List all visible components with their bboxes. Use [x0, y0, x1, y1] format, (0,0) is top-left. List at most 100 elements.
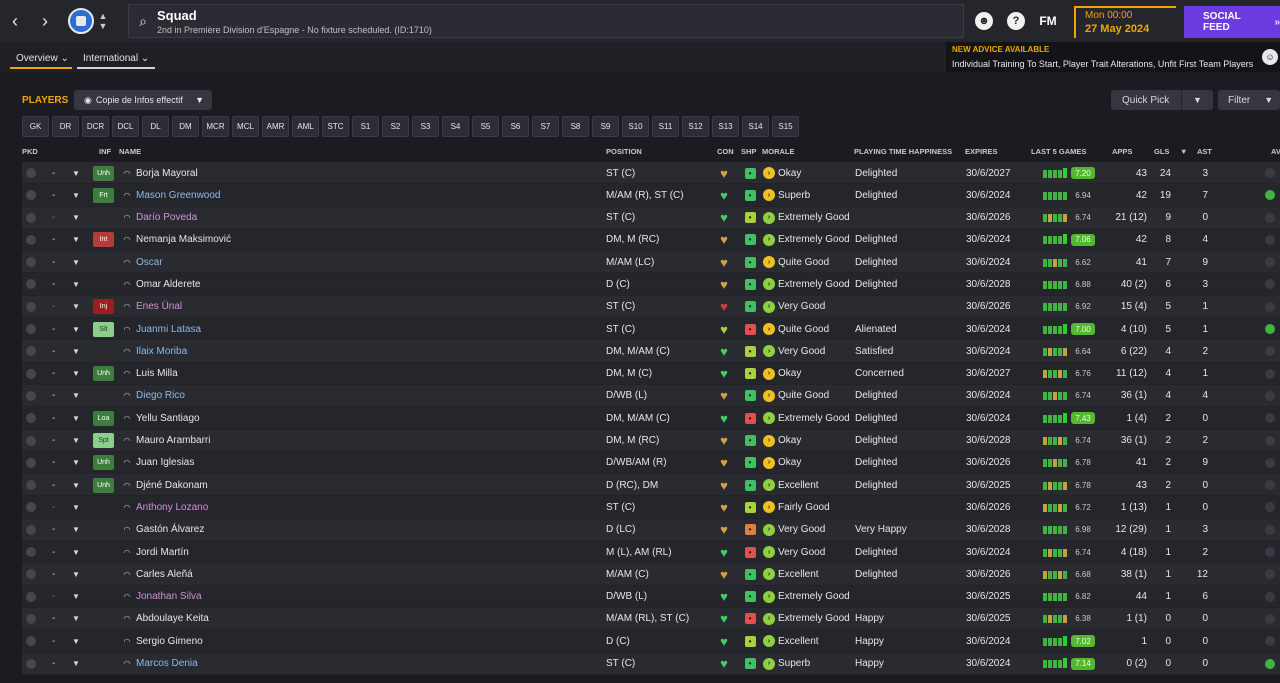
pick-toggle-icon[interactable]	[26, 257, 36, 268]
selection-dash[interactable]: -	[52, 229, 55, 251]
forward-arrow-icon[interactable]: ›	[30, 0, 60, 42]
chevron-down-icon[interactable]: ▼	[72, 496, 80, 518]
pkd-cell[interactable]	[24, 407, 38, 429]
pkd-cell[interactable]	[24, 452, 38, 474]
pick-toggle-icon[interactable]	[26, 547, 36, 558]
pkd-cell[interactable]	[24, 563, 38, 585]
player-name[interactable]: Juan Iglesias	[136, 457, 194, 468]
selection-dash[interactable]: -	[52, 496, 55, 518]
selection-dash[interactable]: -	[52, 340, 55, 362]
selection-dash[interactable]: -	[52, 519, 55, 541]
player-name-cell[interactable]: ◠ Diego Rico	[122, 385, 185, 407]
position-button[interactable]: S7	[532, 116, 559, 137]
pkd-cell[interactable]	[24, 474, 38, 496]
chevron-down-icon[interactable]: ▼	[72, 630, 80, 652]
pkd-cell[interactable]	[24, 630, 38, 652]
pick-toggle-icon[interactable]	[26, 168, 36, 178]
table-row[interactable]: - ▼ ◠ Oscar M/AM (LC) ♥ • › Quite Good Del…	[22, 251, 1280, 274]
chevron-down-icon[interactable]: ▼	[72, 340, 80, 362]
chevron-down-icon[interactable]: ▼	[72, 653, 80, 675]
pkd-cell[interactable]	[24, 340, 38, 362]
player-name-cell[interactable]: ◠ Juanmi Latasa	[122, 318, 202, 340]
table-row[interactable]: - ▼ Slt ◠ Juanmi Latasa ST (C) ♥ • › Quite…	[22, 318, 1280, 341]
position-button[interactable]: S6	[502, 116, 529, 137]
fm-menu-button[interactable]: FM	[1039, 12, 1057, 30]
table-row[interactable]: - ▼ ◠ Ilaix Moriba DM, M/AM (C) ♥ • › Very…	[22, 340, 1280, 363]
position-button[interactable]: S14	[742, 116, 769, 137]
table-row[interactable]: - ▼ ◠ Darío Poveda ST (C) ♥ • › Extremely …	[22, 206, 1280, 229]
club-switch-icon[interactable]: ▲ ▼	[96, 0, 110, 42]
position-button[interactable]: DL	[142, 116, 169, 137]
player-name-cell[interactable]: ◠ Darío Poveda	[122, 207, 198, 229]
player-name[interactable]: Anthony Lozano	[136, 502, 208, 513]
table-row[interactable]: - ▼ ◠ Abdoulaye Keita M/AM (RL), ST (C) ♥…	[22, 607, 1280, 631]
pick-toggle-icon[interactable]	[26, 368, 36, 379]
pkd-cell[interactable]	[24, 184, 38, 206]
player-name-cell[interactable]: ◠ Yellu Santiago	[122, 407, 200, 429]
col-name[interactable]: NAME	[119, 147, 141, 156]
player-name[interactable]: Abdoulaye Keita	[136, 613, 209, 624]
chevron-down-icon[interactable]: ▼	[72, 407, 80, 429]
pkd-cell[interactable]	[24, 318, 38, 340]
pkd-cell[interactable]	[24, 162, 38, 184]
inf-badge[interactable]: Slt	[93, 321, 114, 337]
selection-dash[interactable]: -	[52, 541, 55, 563]
chevron-down-icon[interactable]: ▼	[72, 184, 80, 206]
player-name-cell[interactable]: ◠ Ilaix Moriba	[122, 340, 188, 362]
chevron-down-icon[interactable]: ▼	[72, 363, 80, 385]
selection-dash[interactable]: -	[52, 273, 55, 295]
selection-dash[interactable]: -	[52, 430, 55, 452]
col-gls[interactable]: GLS	[1154, 147, 1169, 156]
help-icon[interactable]: ?	[1007, 12, 1025, 30]
position-button[interactable]: S4	[442, 116, 469, 137]
col-inf[interactable]: INF	[99, 147, 111, 156]
col-expires[interactable]: EXPIRES	[965, 147, 998, 156]
inf-badge[interactable]: Unh	[93, 477, 114, 493]
inf-badge[interactable]: Unh	[93, 165, 114, 181]
player-name[interactable]: Luis Milla	[136, 368, 178, 379]
player-name[interactable]: Yellu Santiago	[136, 413, 200, 424]
position-button[interactable]: S12	[682, 116, 709, 137]
col-pkd[interactable]: PKD	[22, 147, 38, 156]
tab-overview[interactable]: Overview ⌄	[10, 50, 72, 69]
table-row[interactable]: - ▼ Int ◠ Nemanja Maksimović DM, M (RC) ♥…	[22, 228, 1280, 252]
quick-pick-button[interactable]: Quick Pick ▼	[1111, 90, 1213, 110]
position-button[interactable]: S2	[382, 116, 409, 137]
position-button[interactable]: S1	[352, 116, 379, 137]
player-name-cell[interactable]: ◠ Carles Aleñá	[122, 563, 193, 585]
position-button[interactable]: MCL	[232, 116, 259, 137]
player-name[interactable]: Borja Mayoral	[136, 168, 198, 179]
col-ast[interactable]: AST	[1197, 147, 1212, 156]
chevron-down-icon[interactable]: ▼	[72, 608, 80, 630]
player-name[interactable]: Marcos Denia	[136, 658, 198, 669]
table-row[interactable]: - ▼ Inj ◠ Enes Ünal ST (C) ♥ • › Very Good…	[22, 295, 1280, 319]
position-button[interactable]: DR	[52, 116, 79, 137]
chevron-down-icon[interactable]: ▼	[72, 318, 80, 340]
player-name[interactable]: Omar Alderete	[136, 279, 200, 290]
position-button[interactable]: AML	[292, 116, 319, 137]
inf-badge[interactable]: Unh	[93, 366, 114, 382]
player-name-cell[interactable]: ◠ Omar Alderete	[122, 273, 201, 295]
selection-dash[interactable]: -	[52, 318, 55, 340]
col-position[interactable]: POSITION	[606, 147, 642, 156]
chevron-down-icon[interactable]: ▼	[72, 229, 80, 251]
player-name[interactable]: Djéné Dakonam	[136, 480, 208, 491]
pkd-cell[interactable]	[24, 541, 38, 563]
chevron-down-icon[interactable]: ▼	[72, 430, 80, 452]
pick-toggle-icon[interactable]	[26, 480, 36, 491]
pick-toggle-icon[interactable]	[26, 613, 36, 624]
back-arrow-icon[interactable]: ‹	[0, 0, 30, 42]
player-name-cell[interactable]: ◠ Abdoulaye Keita	[122, 608, 209, 630]
table-row[interactable]: - ▼ ◠ Marcos Denia ST (C) ♥ • › Superb Hap…	[22, 652, 1280, 675]
pkd-cell[interactable]	[24, 229, 38, 251]
chevron-down-icon[interactable]: ▼	[72, 474, 80, 496]
player-name-cell[interactable]: ◠ Luis Milla	[122, 363, 178, 385]
pkd-cell[interactable]	[24, 385, 38, 407]
player-name-cell[interactable]: ◠ Marcos Denia	[122, 653, 198, 675]
pick-toggle-icon[interactable]	[26, 390, 36, 401]
player-name[interactable]: Diego Rico	[136, 390, 185, 401]
table-row[interactable]: - ▼ ◠ Jordi Martín M (L), AM (RL) ♥ • › Ve…	[22, 541, 1280, 564]
pick-toggle-icon[interactable]	[26, 212, 36, 223]
pick-toggle-icon[interactable]	[26, 435, 36, 446]
player-name[interactable]: Gastón Álvarez	[136, 524, 204, 535]
